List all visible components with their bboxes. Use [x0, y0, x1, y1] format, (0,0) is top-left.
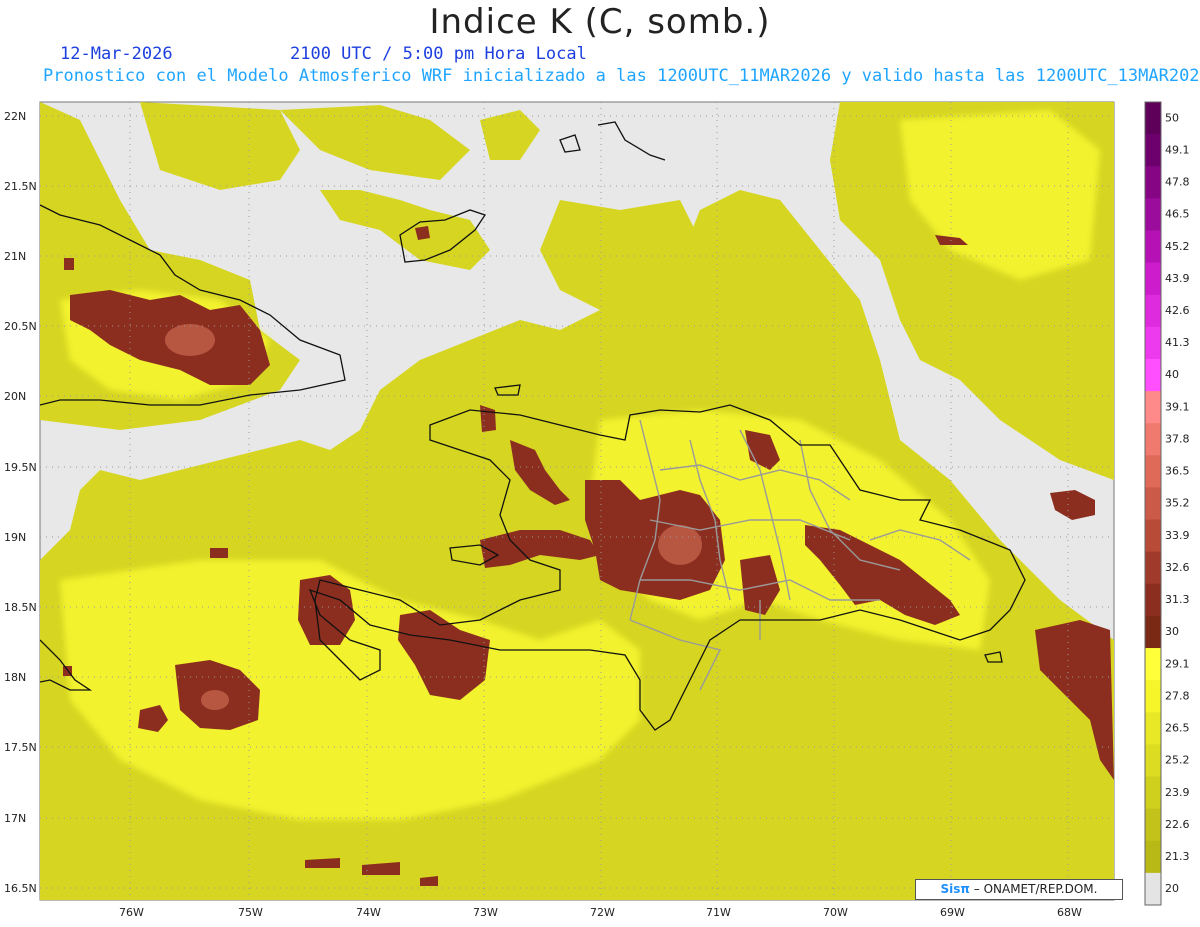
lat-label: 22N: [4, 110, 26, 123]
lat-label: 21.5N: [4, 180, 37, 193]
colorbar-label: 49.1: [1165, 143, 1190, 156]
colorbar-label: 42.6: [1165, 304, 1190, 317]
colorbar-label: 43.9: [1165, 272, 1190, 285]
colorbar-label: 33.9: [1165, 529, 1190, 542]
colorbar-swatch: [1145, 615, 1161, 649]
map-canvas: 22N 21.5N 21N 20.5N 20N 19.5N 19N 18.5N …: [4, 101, 1190, 919]
colorbar-label: 25.2: [1165, 754, 1190, 767]
colorbar-swatch: [1145, 102, 1161, 135]
latitude-axis: 22N 21.5N 21N 20.5N 20N 19.5N 19N 18.5N …: [4, 110, 37, 895]
colorbar-label: 35.2: [1165, 497, 1190, 510]
colorbar-swatch: [1145, 487, 1161, 521]
colorbar-swatch: [1145, 776, 1161, 810]
lon-label: 68W: [1057, 906, 1082, 919]
colorbar-label: 31.3: [1165, 593, 1190, 606]
colorbar-label: 41.3: [1165, 336, 1190, 349]
colorbar-swatch: [1145, 519, 1161, 553]
colorbar-label: 46.5: [1165, 208, 1190, 221]
lon-label: 71W: [706, 906, 731, 919]
colorbar-label: 37.8: [1165, 432, 1190, 445]
lon-label: 76W: [119, 906, 144, 919]
colorbar-label: 26.5: [1165, 722, 1190, 735]
colorbar-swatch: [1145, 391, 1161, 424]
colorbar-label: 29.1: [1165, 657, 1190, 670]
credit-text: – ONAMET/REP.DOM.: [973, 882, 1098, 896]
lat-label: 18.5N: [4, 601, 37, 614]
colorbar-label: 39.1: [1165, 400, 1190, 413]
colorbar-swatch: [1145, 294, 1161, 328]
colorbar-label: 30: [1165, 625, 1179, 638]
colorbar-label: 27.8: [1165, 689, 1190, 702]
longitude-axis: 76W 75W 74W 73W 72W 71W 70W 69W 68W: [119, 906, 1082, 919]
colorbar-swatch: [1145, 230, 1161, 264]
lon-label: 69W: [940, 906, 965, 919]
lat-label: 21N: [4, 250, 26, 263]
colorbar-swatch: [1145, 455, 1161, 488]
lat-label: 16.5N: [4, 882, 37, 895]
colorbar-swatch: [1145, 872, 1161, 906]
colorbar-label: 32.6: [1165, 561, 1190, 574]
colorbar-swatch: [1145, 840, 1161, 874]
lat-label: 19N: [4, 531, 26, 544]
lat-label: 17.5N: [4, 741, 37, 754]
colorbar-swatch: [1145, 680, 1161, 713]
credit-box: Sisπ – ONAMET/REP.DOM.: [915, 879, 1123, 900]
colorbar-swatch: [1145, 712, 1161, 745]
lon-label: 72W: [590, 906, 615, 919]
colorbar-swatch: [1145, 744, 1161, 778]
colorbar: 50 49.1 47.8 46.5 45.2 43.9 42.6 41.3 40 39.1 37.8…: [1144, 101, 1190, 906]
lat-label: 18N: [4, 671, 26, 684]
colorbar-swatch: [1145, 358, 1161, 392]
lat-label: 19.5N: [4, 461, 37, 474]
colorbar-swatch: [1145, 648, 1161, 681]
colorbar-label: 40: [1165, 368, 1179, 381]
lon-label: 75W: [238, 906, 263, 919]
lon-label: 70W: [823, 906, 848, 919]
colorbar-label: 47.8: [1165, 176, 1190, 189]
colorbar-label: 21.3: [1165, 850, 1190, 863]
colorbar-swatch: [1145, 808, 1161, 842]
colorbar-swatch: [1145, 262, 1161, 296]
colorbar-label: 50: [1165, 111, 1179, 124]
colorbar-swatch: [1145, 326, 1161, 360]
colorbar-swatch: [1145, 134, 1161, 167]
colorbar-swatch: [1145, 166, 1161, 199]
colorbar-swatch: [1145, 423, 1161, 456]
lon-label: 74W: [356, 906, 381, 919]
colorbar-swatch: [1145, 583, 1161, 617]
colorbar-swatch: [1145, 551, 1161, 585]
lat-label: 20N: [4, 390, 26, 403]
lat-label: 20.5N: [4, 320, 37, 333]
colorbar-label: 45.2: [1165, 240, 1190, 253]
colorbar-label: 23.9: [1165, 786, 1190, 799]
lat-label: 17N: [4, 812, 26, 825]
colorbar-label: 22.6: [1165, 818, 1190, 831]
colorbar-label: 20: [1165, 882, 1179, 895]
colorbar-label: 36.5: [1165, 465, 1190, 478]
lon-label: 73W: [473, 906, 498, 919]
sispi-logo: Sisπ: [940, 882, 970, 896]
colorbar-swatch: [1145, 198, 1161, 231]
